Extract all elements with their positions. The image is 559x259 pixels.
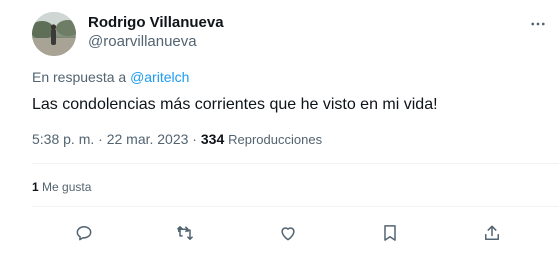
- tweet-timestamp[interactable]: 5:38 p. m. · 22 mar. 2023 ·: [32, 131, 197, 147]
- avatar-photo: [32, 12, 76, 56]
- share-button[interactable]: [480, 221, 504, 245]
- bookmark-icon: [384, 225, 396, 241]
- retweet-button[interactable]: [173, 221, 197, 245]
- tweet-card: Rodrigo Villanueva @roarvillanueva En re…: [0, 0, 559, 259]
- like-button[interactable]: [276, 221, 300, 245]
- views-count: 334: [200, 131, 225, 147]
- share-icon: [485, 225, 499, 240]
- heart-icon: [281, 227, 295, 241]
- more-options-button[interactable]: [526, 12, 550, 36]
- tweet-text: Las condolencias más corrientes que he v…: [32, 96, 438, 113]
- reply-icon: [76, 226, 92, 241]
- likes-count: 1: [32, 180, 39, 194]
- views-label: Reproducciones: [228, 132, 323, 147]
- avatar[interactable]: [32, 12, 76, 56]
- reply-button[interactable]: [72, 221, 96, 245]
- bookmark-button[interactable]: [378, 221, 402, 245]
- divider: [32, 163, 559, 164]
- reply-context: En respuesta a @aritelch: [32, 69, 189, 85]
- author-handle[interactable]: @roarvillanueva: [88, 33, 197, 50]
- author-name[interactable]: Rodrigo Villanueva: [88, 14, 224, 31]
- retweet-icon: [177, 226, 193, 240]
- likes-stat[interactable]: 1 Me gusta: [32, 180, 91, 194]
- tweet-meta: 5:38 p. m. · 22 mar. 2023 · 334 Reproduc…: [32, 131, 322, 147]
- likes-label: Me gusta: [42, 180, 92, 194]
- reply-prefix: En respuesta a: [32, 69, 127, 85]
- divider: [32, 206, 559, 207]
- more-horizontal-icon: [531, 22, 545, 26]
- reply-mention-link[interactable]: @aritelch: [130, 69, 189, 85]
